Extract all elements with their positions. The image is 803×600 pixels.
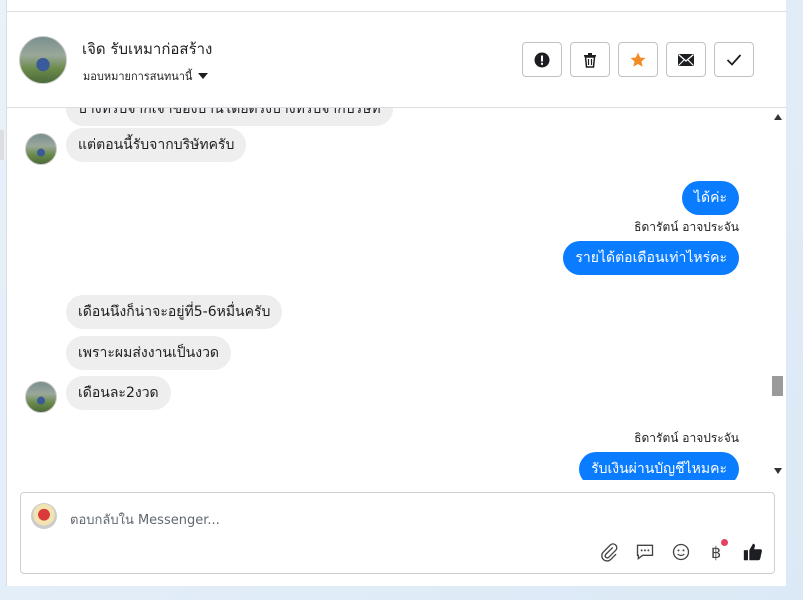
message-list[interactable]: บางทีรับจากเจ้าของบ้านโดยตรงบางทีรับจากบ… xyxy=(7,108,769,480)
header-actions xyxy=(522,42,754,77)
top-strip xyxy=(7,0,786,12)
composer-tools: ฿ xyxy=(598,539,764,563)
message-bubble: เดือนนึงก็น่าจะอยู่ที่5-6หมื่นครับ xyxy=(66,295,283,329)
message-bubble: เดือนละ2งวด xyxy=(66,376,171,410)
conversation-header: เจิด รับเหมาก่อสร้าง มอบหมายการสนทนานี้ xyxy=(7,12,786,108)
trash-icon xyxy=(584,52,596,68)
assign-dropdown[interactable]: มอบหมายการสนทนานี้ xyxy=(83,67,209,85)
saved-reply-icon xyxy=(636,544,654,561)
thumbs-up-icon xyxy=(743,543,762,561)
mail-icon xyxy=(678,53,694,66)
scroll-down-icon[interactable] xyxy=(774,468,782,474)
delete-button[interactable] xyxy=(570,42,610,77)
edge-indicator xyxy=(0,130,4,160)
paperclip-icon xyxy=(601,543,618,562)
message-bubble: บางทีรับจากเจ้าของบ้านโดยตรงบางทีรับจากบ… xyxy=(66,108,393,126)
payment-button[interactable]: ฿ xyxy=(706,539,728,563)
emoji-button[interactable] xyxy=(670,541,692,563)
check-icon xyxy=(726,53,742,66)
page-avatar xyxy=(31,503,57,529)
saved-reply-button[interactable] xyxy=(634,541,656,563)
conversation-panel: เจิด รับเหมาก่อสร้าง มอบหมายการสนทนานี้ … xyxy=(6,0,786,586)
attach-button[interactable] xyxy=(598,541,620,563)
message-bubble: เพราะผมส่งงานเป็นงวด xyxy=(66,336,232,370)
contact-name[interactable]: เจิด รับเหมาก่อสร้าง xyxy=(82,37,212,61)
notification-dot xyxy=(721,539,728,546)
scroll-thumb[interactable] xyxy=(772,376,783,396)
done-button[interactable] xyxy=(714,42,754,77)
message-bubble: รับเงินผ่านบัญชีไหมคะ xyxy=(579,452,739,480)
reply-composer: ตอบกลับใน Messenger... ฿ xyxy=(20,492,775,574)
like-button[interactable] xyxy=(742,541,764,563)
assign-label: มอบหมายการสนทนานี้ xyxy=(83,70,193,83)
message-bubble: แต่ตอนนี้รับจากบริษัทครับ xyxy=(66,128,247,162)
reply-input[interactable]: ตอบกลับใน Messenger... xyxy=(70,509,220,530)
svg-text:฿: ฿ xyxy=(711,543,721,562)
report-button[interactable] xyxy=(522,42,562,77)
contact-avatar-small[interactable] xyxy=(25,381,57,413)
sender-name: ธิดารัตน์ อาจประจัน xyxy=(634,220,739,234)
alert-icon xyxy=(534,52,550,67)
message-scrollbar[interactable] xyxy=(769,108,787,480)
star-icon xyxy=(630,52,646,67)
caret-down-icon xyxy=(198,73,209,79)
message-bubble: รายได้ต่อเดือนเท่าไหร่คะ xyxy=(563,241,739,275)
mail-button[interactable] xyxy=(666,42,706,77)
sender-name: ธิดารัตน์ อาจประจัน xyxy=(634,431,739,445)
star-button[interactable] xyxy=(618,42,658,77)
contact-avatar[interactable] xyxy=(19,36,67,84)
contact-avatar-small[interactable] xyxy=(25,133,57,165)
message-bubble: ได้ค่ะ xyxy=(681,181,739,215)
scroll-up-icon[interactable] xyxy=(774,114,782,120)
emoji-icon xyxy=(672,543,690,561)
